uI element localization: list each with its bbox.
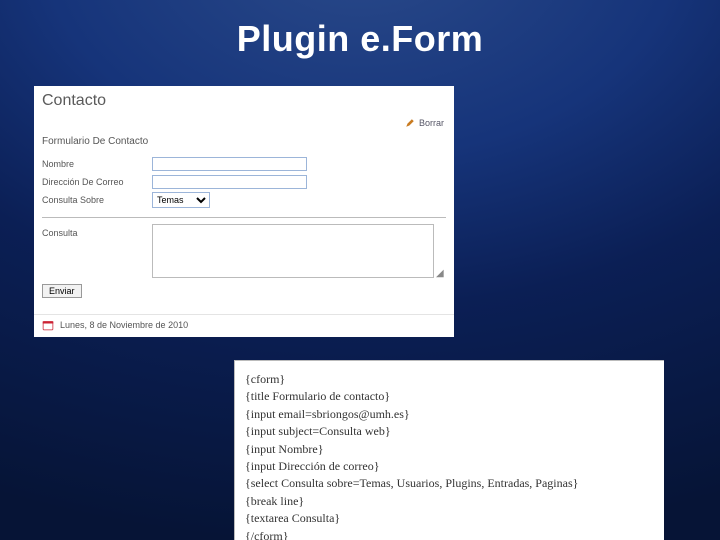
contact-form-panel: Contacto Borrar Formulario De Contacto N…: [34, 86, 454, 337]
code-line: {title Formulario de contacto}: [245, 388, 654, 405]
code-line: {input Dirección de correo}: [245, 458, 654, 475]
code-line: {input Nombre}: [245, 441, 654, 458]
slide-title: Plugin e.Form: [0, 0, 720, 60]
pencil-icon: [405, 118, 415, 128]
textarea-consulta[interactable]: [152, 224, 434, 278]
date-text: Lunes, 8 de Noviembre de 2010: [60, 320, 188, 330]
submit-button[interactable]: [42, 284, 82, 298]
code-line: {select Consulta sobre=Temas, Usuarios, …: [245, 475, 654, 492]
code-line: {/cform}: [245, 528, 654, 540]
resize-handle-icon[interactable]: ◢: [436, 268, 446, 278]
label-correo: Dirección De Correo: [42, 177, 152, 187]
label-consulta: Consulta: [42, 224, 152, 238]
form-heading: Formulario De Contacto: [42, 136, 446, 147]
delete-link[interactable]: Borrar: [34, 116, 454, 130]
delete-link-label: Borrar: [419, 118, 444, 128]
code-line: {input email=sbriongos@umh.es}: [245, 406, 654, 423]
input-nombre[interactable]: [152, 157, 307, 171]
code-line: {textarea Consulta}: [245, 510, 654, 527]
code-line: {cform}: [245, 371, 654, 388]
label-consulta-sobre: Consulta Sobre: [42, 195, 152, 205]
code-line: {break line}: [245, 493, 654, 510]
divider: [42, 217, 446, 218]
calendar-icon: [42, 319, 54, 331]
page-title: Contacto: [34, 86, 454, 116]
code-line: {input subject=Consulta web}: [245, 423, 654, 440]
code-snippet-panel: {cform} {title Formulario de contacto} {…: [234, 360, 664, 540]
input-correo[interactable]: [152, 175, 307, 189]
label-nombre: Nombre: [42, 159, 152, 169]
select-consulta-sobre[interactable]: Temas: [152, 192, 210, 208]
